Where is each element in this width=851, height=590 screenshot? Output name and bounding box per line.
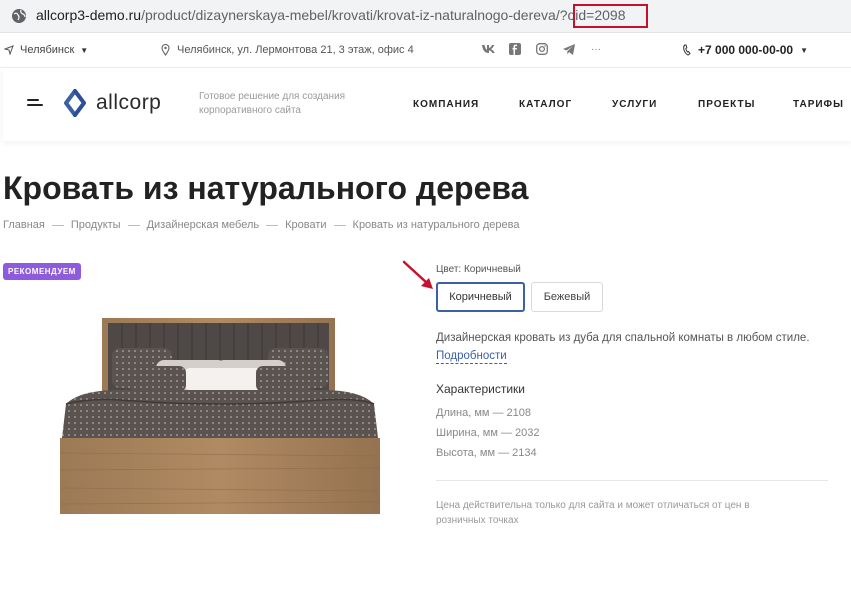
breadcrumb-item-home[interactable]: Главная bbox=[3, 219, 45, 231]
breadcrumb-separator bbox=[266, 224, 279, 226]
breadcrumb-separator bbox=[51, 224, 64, 226]
breadcrumb-separator bbox=[333, 224, 346, 226]
facebook-icon[interactable] bbox=[508, 42, 522, 56]
nav-item-catalog[interactable]: КАТАЛОГ bbox=[519, 99, 572, 110]
globe-icon bbox=[12, 9, 26, 23]
chevron-down-icon: ▼ bbox=[80, 45, 89, 55]
url-text[interactable]: allcorp3-demo.ru/product/dizaynerskaya-m… bbox=[36, 7, 626, 23]
more-socials-icon[interactable]: ··· bbox=[589, 42, 603, 56]
phone-icon bbox=[683, 44, 691, 56]
phone-number: +7 000 000-00-00 bbox=[698, 43, 794, 57]
breadcrumb-item-products[interactable]: Продукты bbox=[71, 219, 121, 231]
top-info-bar: Челябинск ▼ Челябинск, ул. Лермонтова 21… bbox=[0, 33, 851, 68]
map-pin-icon bbox=[161, 44, 170, 56]
logo-text: allcorp bbox=[96, 91, 162, 114]
divider bbox=[436, 480, 828, 481]
chevron-down-icon: ▼ bbox=[800, 45, 809, 55]
annotation-arrow bbox=[402, 260, 433, 289]
instagram-icon[interactable] bbox=[535, 42, 549, 56]
color-option-brown[interactable]: Коричневый bbox=[436, 282, 525, 312]
address-text: Челябинск, ул. Лермонтова 21, 3 этаж, оф… bbox=[177, 44, 414, 56]
social-links: ··· bbox=[481, 42, 603, 56]
vk-icon[interactable] bbox=[481, 42, 495, 56]
telegram-icon[interactable] bbox=[562, 42, 576, 56]
phone-selector[interactable]: +7 000 000-00-00 ▼ bbox=[683, 43, 808, 57]
location-arrow-icon bbox=[4, 45, 14, 55]
logo-icon bbox=[64, 89, 86, 117]
product-image[interactable] bbox=[60, 318, 380, 514]
specs-title: Характеристики bbox=[436, 382, 525, 396]
color-label: Цвет: Коричневый bbox=[436, 264, 521, 275]
nav-item-services[interactable]: УСЛУГИ bbox=[612, 99, 657, 110]
breadcrumb-separator bbox=[127, 224, 140, 226]
breadcrumb-item-current: Кровать из натурального дерева bbox=[352, 219, 520, 231]
spec-length: Длина, мм — 2108 bbox=[436, 407, 532, 419]
city-name: Челябинск bbox=[20, 44, 75, 56]
breadcrumb-item-designer-furniture[interactable]: Дизайнерская мебель bbox=[147, 219, 260, 231]
product-description: Дизайнерская кровать из дуба для спально… bbox=[436, 332, 810, 344]
site-header: allcorp Готовое решение для создания кор… bbox=[3, 68, 851, 141]
price-note: Цена действительна только для сайта и мо… bbox=[436, 500, 750, 526]
more-details-link[interactable]: Подробности bbox=[436, 350, 507, 364]
address: Челябинск, ул. Лермонтова 21, 3 этаж, оф… bbox=[161, 44, 414, 56]
url-host: allcorp3-demo.ru bbox=[36, 7, 142, 23]
logo[interactable]: allcorp bbox=[62, 89, 161, 117]
nav-item-projects[interactable]: ПРОЕКТЫ bbox=[698, 99, 755, 110]
nav-item-tariffs[interactable]: ТАРИФЫ bbox=[793, 99, 844, 110]
browser-address-bar[interactable]: allcorp3-demo.ru/product/dizaynerskaya-m… bbox=[0, 0, 851, 33]
spec-height: Высота, мм — 2134 bbox=[436, 447, 537, 459]
page-title: Кровать из натурального дерева bbox=[3, 170, 529, 206]
breadcrumb: Главная Продукты Дизайнерская мебель Кро… bbox=[3, 219, 519, 231]
breadcrumb-item-beds[interactable]: Кровати bbox=[285, 219, 326, 231]
annotation-highlight-box bbox=[573, 4, 648, 28]
recommended-badge: РЕКОМЕНДУЕМ bbox=[3, 263, 81, 280]
menu-burger-icon[interactable] bbox=[27, 99, 43, 111]
color-option-beige[interactable]: Бежевый bbox=[531, 282, 603, 312]
tagline: Готовое решение для создания корпоративн… bbox=[199, 91, 346, 116]
nav-item-company[interactable]: КОМПАНИЯ bbox=[413, 99, 479, 110]
city-selector[interactable]: Челябинск ▼ bbox=[4, 44, 88, 56]
spec-width: Ширина, мм — 2032 bbox=[436, 427, 540, 439]
url-path: /product/dizaynerskaya-mebel/krovati/kro… bbox=[141, 7, 626, 23]
